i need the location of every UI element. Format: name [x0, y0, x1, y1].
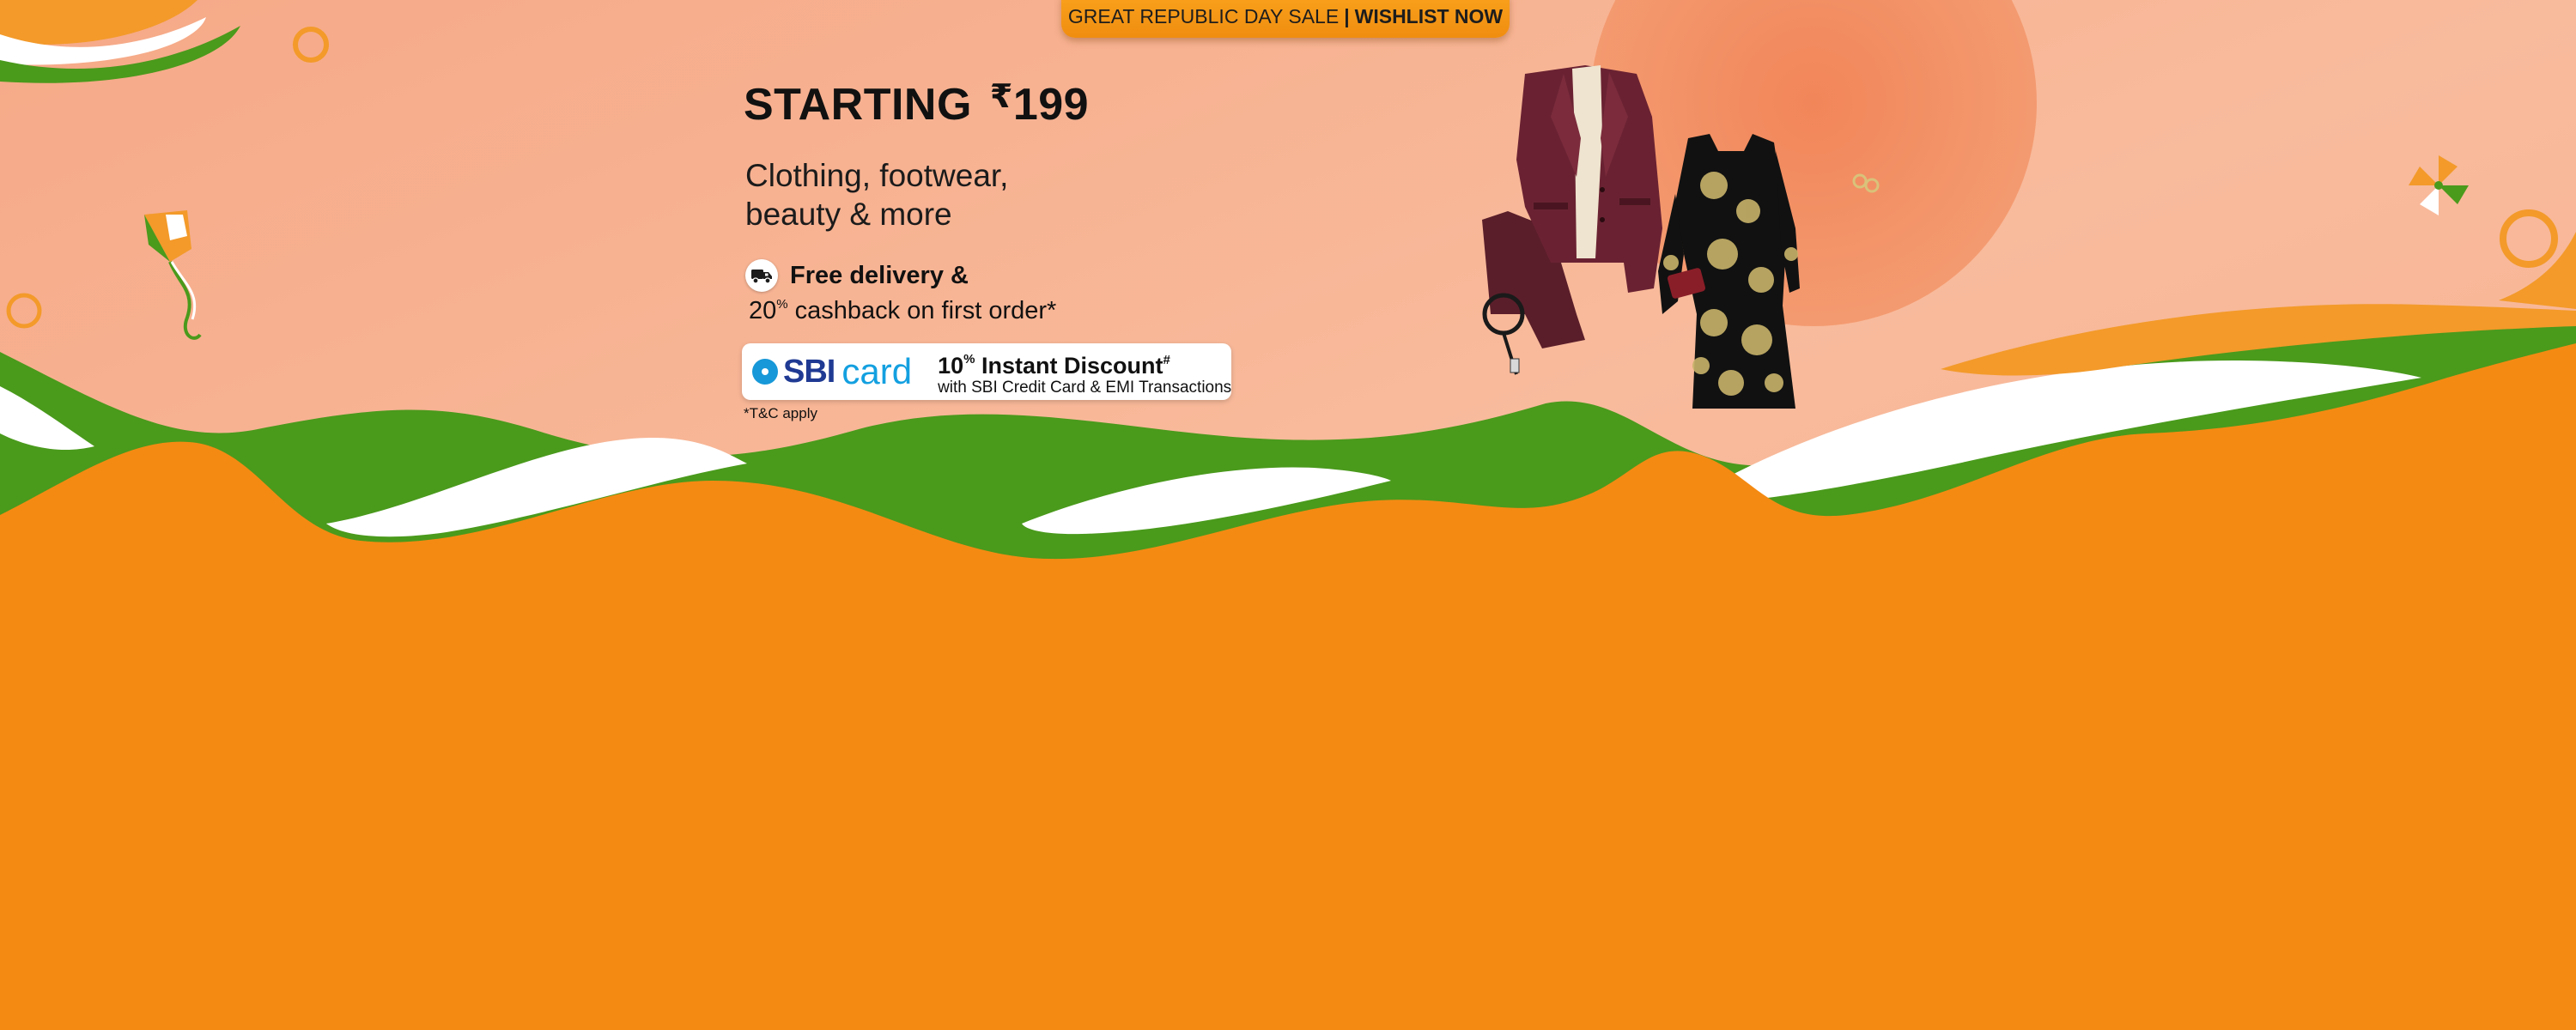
discount-value: 10: [938, 352, 964, 379]
discount-conditions: with SBI Credit Card & EMI Transactions: [938, 378, 1232, 397]
dress-image: [1658, 134, 1800, 409]
free-delivery-text: Free delivery &: [790, 261, 969, 289]
headline-prefix: STARTING: [744, 80, 972, 130]
offer-details: 10% Instant Discount# with SBI Credit Ca…: [938, 347, 1231, 397]
card-brand-text: card: [841, 351, 913, 391]
terms-note: *T&C apply: [744, 405, 817, 421]
promo-banner[interactable]: GREAT REPUBLIC DAY SALE | WISHLIST NOW S…: [0, 0, 2576, 1030]
rupee-symbol: ₹: [989, 79, 1013, 115]
sbi-card-logo: SBI card: [752, 351, 912, 392]
blazer-image: [1482, 65, 1662, 348]
cashback-text: 20% cashback on first order*: [749, 297, 1056, 325]
pinwheel-icon: [2409, 155, 2469, 215]
cashback-unit: %: [776, 297, 788, 312]
hero-subtitle: Clothing, footwear, beauty & more: [745, 156, 1106, 233]
earrings-image: [1852, 173, 1880, 193]
cashback-description: cashback on first order*: [794, 297, 1057, 324]
discount-unit: %: [963, 351, 975, 367]
discount-mark: #: [1163, 352, 1170, 367]
truck-icon: [745, 259, 778, 292]
cashback-value: 20: [749, 297, 777, 324]
headline-price: 199: [1012, 80, 1090, 130]
subtitle-line-2: beauty & more: [745, 197, 952, 232]
banner-separator: |: [1344, 4, 1350, 27]
free-delivery-row: Free delivery &: [745, 259, 969, 292]
sbi-offer-card: SBI card 10% Instant Discount# with SBI …: [742, 343, 1231, 400]
fashion-products-image[interactable]: [1456, 57, 1886, 417]
sale-label: GREAT REPUBLIC DAY SALE: [1067, 4, 1340, 27]
kite-icon: [144, 210, 202, 340]
wishlist-banner-button[interactable]: GREAT REPUBLIC DAY SALE | WISHLIST NOW: [1061, 0, 1510, 38]
subtitle-line-1: Clothing, footwear,: [745, 158, 1009, 193]
instant-discount-title: 10% Instant Discount#: [938, 347, 1231, 379]
hero-headline: STARTING ₹199: [744, 77, 1089, 130]
tricolor-wave-background: [0, 0, 2576, 1030]
sbi-logo-icon: [752, 359, 778, 385]
sbi-brand-text: SBI: [783, 353, 835, 390]
discount-label: Instant Discount: [981, 352, 1163, 379]
wishlist-now-label: WISHLIST NOW: [1354, 4, 1504, 27]
